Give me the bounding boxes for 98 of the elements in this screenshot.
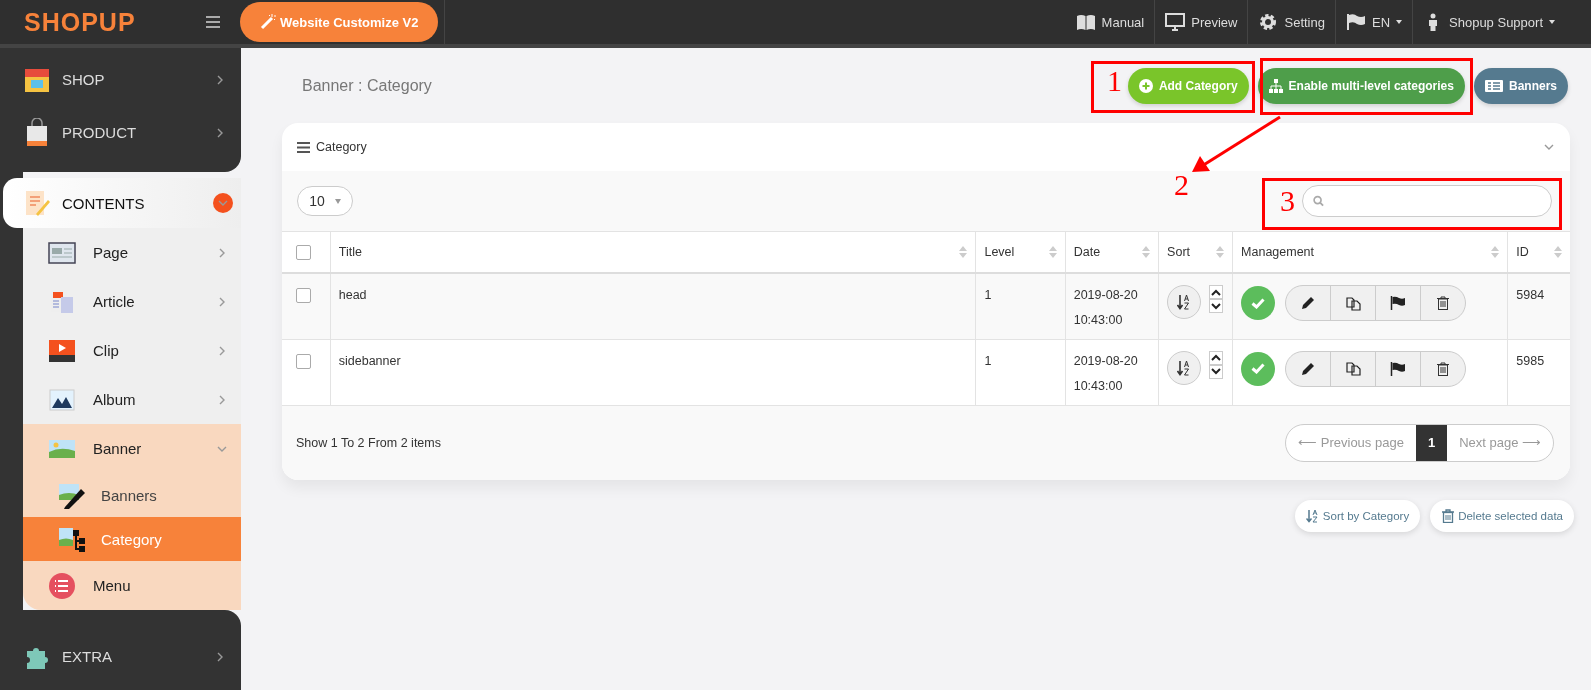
- sort-az-icon: [1305, 508, 1320, 523]
- topbar-link[interactable]: Shopup Support: [1413, 0, 1565, 44]
- move-up-button[interactable]: [1209, 285, 1224, 299]
- pencil-icon: [1301, 361, 1316, 376]
- summary-text: Show 1 To 2 From 2 items: [296, 435, 441, 450]
- annotation-number: 3: [1280, 184, 1295, 218]
- table-cell: sidebanner: [338, 353, 401, 368]
- sort-button[interactable]: [1167, 285, 1202, 319]
- list-card-icon: [1484, 78, 1503, 93]
- submenu-item[interactable]: Banner: [23, 424, 241, 473]
- submenu-item[interactable]: Article: [23, 277, 241, 326]
- topbar-link[interactable]: Manual: [1065, 0, 1156, 44]
- select-all-checkbox[interactable]: [296, 244, 311, 260]
- submenu-item[interactable]: Banners: [23, 473, 241, 517]
- table-cell: 5984: [1516, 288, 1545, 302]
- flag-icon: [1345, 13, 1366, 31]
- table-cell: 5985: [1516, 353, 1545, 368]
- row-checkbox[interactable]: [296, 353, 311, 369]
- link-label: Manual: [1101, 14, 1145, 30]
- row-checkbox[interactable]: [296, 288, 311, 303]
- chevron-down-icon: [1211, 368, 1222, 375]
- copy-icon: [1345, 295, 1361, 311]
- flag-icon: [1390, 361, 1407, 376]
- book-icon: [1075, 13, 1096, 31]
- annotation-number: 1: [1107, 64, 1122, 98]
- trash-icon: [1437, 296, 1450, 310]
- link-label: EN: [1371, 14, 1391, 30]
- submenu-item[interactable]: Menu: [23, 561, 241, 610]
- chevron-down-icon: [1211, 302, 1222, 310]
- column-header[interactable]: Date: [1073, 245, 1101, 259]
- chevron-up-icon: [1211, 288, 1222, 296]
- chevron-icon: [215, 127, 225, 138]
- column-header[interactable]: Level: [984, 245, 1015, 259]
- action-button[interactable]: Banners: [1473, 67, 1568, 104]
- sort-az-icon: [1177, 294, 1192, 310]
- table-cell: 1: [984, 353, 992, 368]
- chevron-icon: [217, 394, 227, 405]
- sidebar-item[interactable]: PRODUCT: [0, 106, 241, 159]
- annotation-number: 2: [1174, 168, 1189, 202]
- pencil-icon: [1301, 296, 1316, 310]
- move-up-button[interactable]: [1209, 350, 1224, 365]
- column-header[interactable]: Management: [1241, 245, 1315, 259]
- table-cell: head: [338, 288, 367, 302]
- date-text: 2019-08-20: [1073, 287, 1139, 304]
- check-icon: [1251, 363, 1266, 374]
- chevron-icon: [217, 296, 227, 307]
- time-text: 10:43:00: [1073, 312, 1124, 329]
- page-size-select[interactable]: 10: [297, 186, 353, 216]
- search-field[interactable]: [1302, 185, 1552, 217]
- chevron-icon: [215, 651, 225, 662]
- monitor-icon: [1165, 13, 1186, 31]
- chevron-icon: [215, 74, 225, 85]
- logo[interactable]: SHOPUP: [0, 7, 190, 37]
- submenu-item[interactable]: Clip: [23, 326, 241, 375]
- check-icon: [1251, 297, 1266, 309]
- chevron-icon: [217, 345, 227, 356]
- sort-az-icon: [1177, 359, 1192, 376]
- list-icon: [47, 570, 77, 601]
- move-down-button[interactable]: [1209, 299, 1224, 313]
- chevron-down-icon: [218, 198, 228, 208]
- plus-circle-icon: [1138, 78, 1153, 93]
- link-label: Setting: [1284, 14, 1325, 30]
- column-header[interactable]: Sort: [1167, 245, 1191, 259]
- topbar-link[interactable]: Preview: [1155, 0, 1249, 44]
- table-cell: 1: [984, 288, 992, 302]
- search-icon: [1313, 194, 1324, 208]
- magic-wand-icon: [260, 14, 276, 30]
- topbar-link[interactable]: EN: [1335, 0, 1414, 44]
- column-header[interactable]: Title: [338, 245, 362, 259]
- sidebar-item[interactable]: SHOP: [0, 53, 241, 106]
- status-toggle[interactable]: [1241, 351, 1276, 386]
- submenu-item[interactable]: Page: [23, 228, 241, 277]
- trash-icon: [1437, 361, 1450, 376]
- hierarchy-icon: [1268, 78, 1283, 93]
- time-text: 10:43:00: [1073, 377, 1124, 395]
- card-title: Category: [316, 140, 367, 154]
- pagination-link[interactable]: 1: [1415, 424, 1448, 461]
- sidebar-item[interactable]: CONTENTS: [3, 178, 241, 228]
- trash-icon: [1441, 508, 1456, 523]
- settings-icon: [1258, 13, 1279, 31]
- sort-button[interactable]: [1167, 350, 1202, 385]
- status-toggle[interactable]: [1241, 286, 1276, 320]
- flag-icon: [1390, 296, 1407, 310]
- collapse-icon: [1544, 142, 1554, 152]
- column-header[interactable]: ID: [1516, 245, 1529, 259]
- page-title: Banner : Category: [302, 76, 432, 95]
- menu-icon[interactable]: [206, 16, 220, 28]
- link-label: Preview: [1191, 14, 1238, 30]
- action-button[interactable]: Delete selected data: [1430, 499, 1574, 532]
- menu-icon: [297, 141, 310, 153]
- chevron-up-icon: [1211, 354, 1222, 361]
- submenu-item[interactable]: Album: [23, 375, 241, 424]
- link-label: Shopup Support: [1449, 14, 1543, 30]
- chevron-icon: [217, 247, 227, 258]
- topbar-link[interactable]: Setting: [1248, 0, 1336, 44]
- date-text: 2019-08-20: [1073, 352, 1139, 370]
- copy-icon: [1345, 361, 1361, 376]
- action-button[interactable]: Sort by Category: [1294, 499, 1421, 532]
